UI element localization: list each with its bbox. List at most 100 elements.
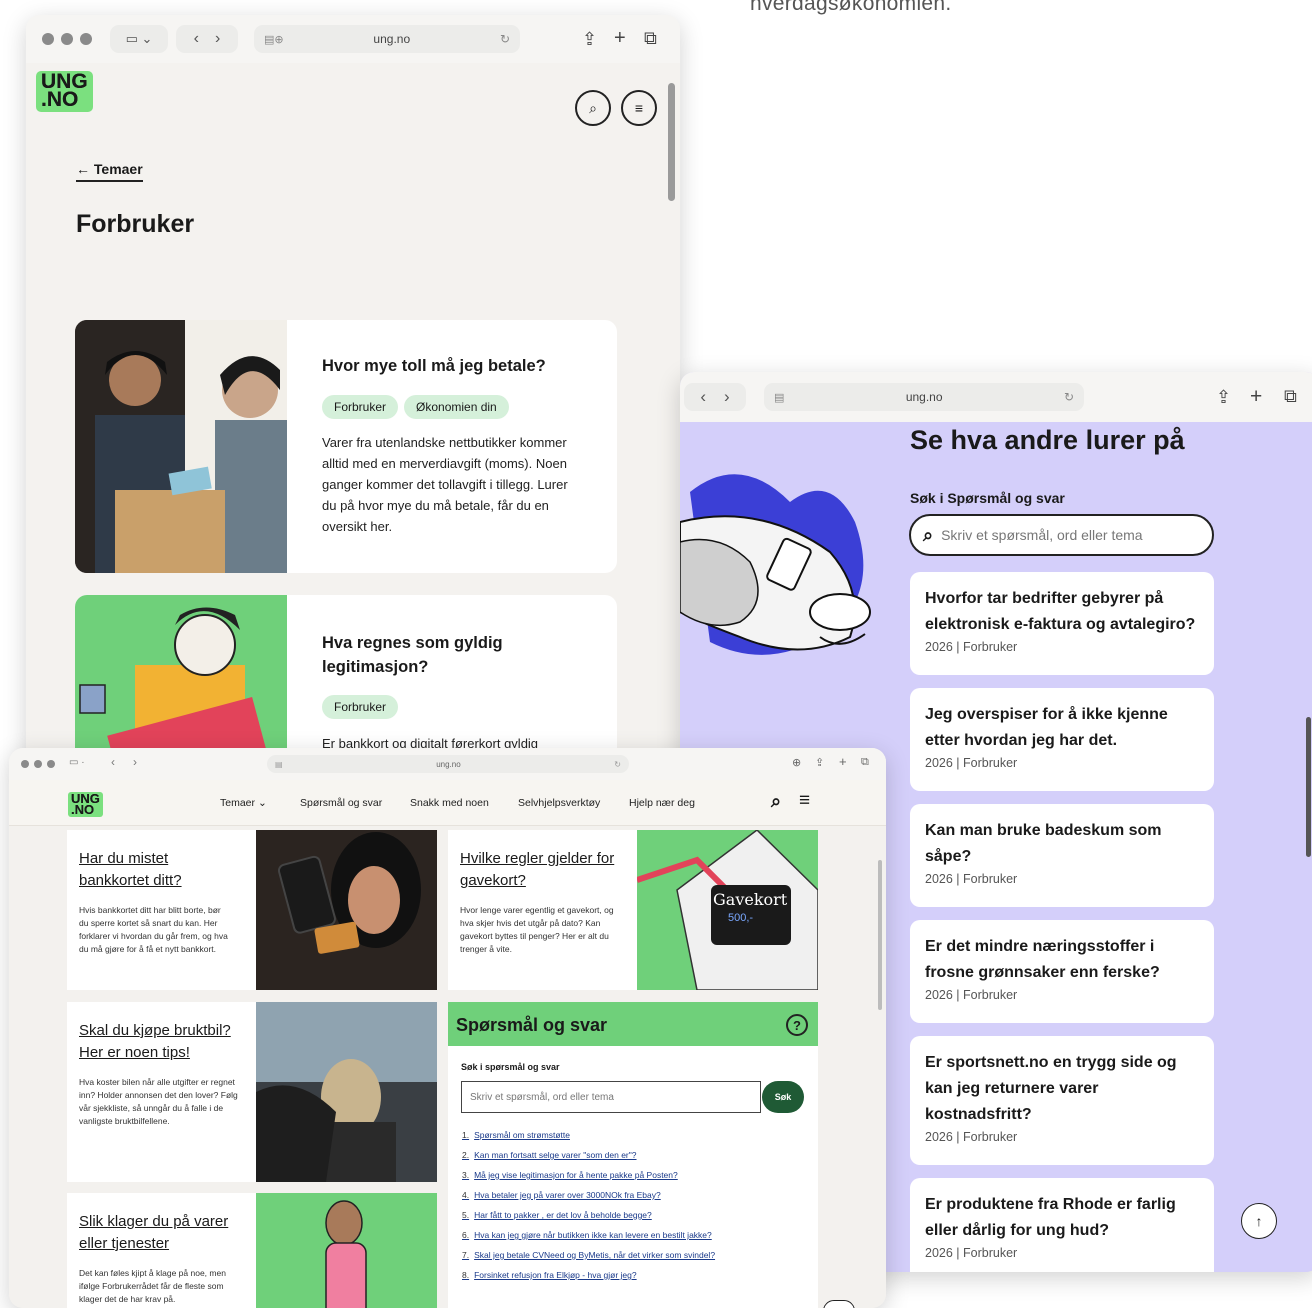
question-card[interactable]: Er det mindre næringsstoffer i frosne gr… <box>910 920 1214 1023</box>
search-button[interactable]: ⌕ <box>575 90 611 126</box>
qa-item[interactable]: 1.Spørsmål om strømstøtte <box>462 1130 812 1140</box>
qa-item[interactable]: 7.Skal jeg betale CVNeed og ByMetis, når… <box>462 1250 812 1260</box>
tabs-overview-icon[interactable]: ⧉ <box>861 756 869 769</box>
car-photo <box>256 1002 437 1182</box>
question-card[interactable]: Er sportsnett.no en trygg side og kan je… <box>910 1036 1214 1165</box>
tabs-overview-icon[interactable]: ⧉ <box>1284 386 1297 407</box>
url-text: ung.no <box>283 760 615 769</box>
qa-search-placeholder: Skriv et spørsmål, ord eller tema <box>470 1092 614 1103</box>
forward-arrow-icon[interactable]: › <box>133 755 137 769</box>
scrollbar-thumb[interactable] <box>878 860 882 1010</box>
question-meta: 2026 | Forbruker <box>925 1246 1199 1260</box>
forward-arrow-icon[interactable]: › <box>724 387 730 407</box>
card-tags: ForbrukerØkonomien din <box>322 395 515 419</box>
reload-icon[interactable]: ↻ <box>500 32 510 46</box>
home-page: UNG .NO Temaer ⌄ Spørsmål og svar Snakk … <box>9 780 886 1308</box>
new-tab-icon[interactable]: + <box>1250 385 1262 409</box>
scrollbar-thumb[interactable] <box>668 83 675 201</box>
card-title: Hva regnes som gyldig legitimasjon? <box>322 631 532 679</box>
share-icon[interactable]: ⇪ <box>1216 387 1231 408</box>
question-title: Er det mindre næringsstoffer i frosne gr… <box>925 934 1199 986</box>
article-tile[interactable]: Slik klager du på varer eller tjenester … <box>67 1193 437 1308</box>
reload-icon[interactable]: ↻ <box>614 760 621 769</box>
qa-item-label: Hva betaler jeg på varer over 3000NOk fr… <box>474 1190 661 1200</box>
history-nav[interactable]: ‹ › <box>684 383 746 411</box>
tag-okonomien[interactable]: Økonomien din <box>404 395 509 419</box>
question-meta: 2026 | Forbruker <box>925 1130 1199 1144</box>
tab-icon: ▤ <box>774 391 784 404</box>
qa-item[interactable]: 2.Kan man fortsatt selge varer "som den … <box>462 1150 812 1160</box>
article-tile[interactable]: Har du mistet bankkortet ditt? Hvis bank… <box>67 830 437 990</box>
page-title: Forbruker <box>76 210 194 239</box>
sidebar-toggle-button[interactable]: ▭ ⌄ <box>110 25 168 53</box>
reload-icon[interactable]: ↻ <box>1064 390 1074 404</box>
tabs-overview-icon[interactable]: ⧉ <box>644 28 657 49</box>
card-description: Varer fra utenlandske nettbutikker komme… <box>322 432 577 537</box>
url-text: ung.no <box>284 32 500 46</box>
ung-logo[interactable]: UNG .NO <box>36 71 93 112</box>
logo-line-2: .NO <box>41 91 88 109</box>
article-description: Hvis bankkortet ditt har blitt borte, bø… <box>79 904 229 956</box>
question-card[interactable]: Jeg overspiser for å ikke kjenne etter h… <box>910 688 1214 791</box>
nav-selvhjelpsverktoy[interactable]: Selvhjelpsverktøy <box>518 797 600 809</box>
qa-item[interactable]: 3.Må jeg vise legitimasjon for å hente p… <box>462 1170 812 1180</box>
window-controls[interactable] <box>42 33 92 45</box>
window-controls[interactable] <box>21 760 55 768</box>
question-card[interactable]: Er produktene fra Rhode er farlig eller … <box>910 1178 1214 1272</box>
history-nav[interactable]: ‹ › <box>176 25 238 53</box>
search-icon: ⌕ <box>589 100 597 117</box>
scroll-to-top-button[interactable]: ↑ <box>823 1300 855 1308</box>
question-card[interactable]: Hvorfor tar bedrifter gebyrer på elektro… <box>910 572 1214 675</box>
qa-item[interactable]: 8.Forsinket refusjon fra Elkjøp - hva gj… <box>462 1270 812 1280</box>
qa-item[interactable]: 5.Har fått to pakker , er det lov å beho… <box>462 1210 812 1220</box>
qa-item[interactable]: 4.Hva betaler jeg på varer over 3000NOk … <box>462 1190 812 1200</box>
address-bar[interactable]: ▤ ung.no ↻ <box>267 755 629 773</box>
scrollbar-thumb[interactable] <box>1306 717 1311 857</box>
qa-search-button[interactable]: Søk <box>762 1081 804 1113</box>
hamburger-icon: ≡ <box>635 100 643 116</box>
ung-logo[interactable]: UNG .NO <box>68 792 103 819</box>
sidebar-icon[interactable]: ▭ · <box>69 757 85 768</box>
tag-forbruker[interactable]: Forbruker <box>322 395 398 419</box>
search-icon[interactable]: ⌕ <box>771 791 781 812</box>
question-card[interactable]: Kan man bruke badeskum som såpe? 2026 | … <box>910 804 1214 907</box>
question-meta: 2026 | Forbruker <box>925 756 1199 770</box>
nav-sporsmal-og-svar[interactable]: Spørsmål og svar <box>300 797 382 809</box>
card-tags: Forbruker <box>322 695 404 719</box>
menu-button[interactable]: ≡ <box>621 90 657 126</box>
back-arrow-icon[interactable]: ‹ <box>111 755 115 769</box>
download-icon[interactable]: ⊕ <box>792 756 801 769</box>
article-tile[interactable]: Skal du kjøpe bruktbil? Her er noen tips… <box>67 1002 437 1182</box>
qa-item[interactable]: 6.Hva kan jeg gjøre når butikken ikke ka… <box>462 1230 812 1240</box>
article-title: Har du mistet bankkortet ditt? <box>79 848 229 892</box>
qa-item-label: Forsinket refusjon fra Elkjøp - hva gjør… <box>474 1270 637 1280</box>
back-arrow-icon[interactable]: ‹ <box>700 387 706 407</box>
question-meta: 2026 | Forbruker <box>925 640 1199 654</box>
question-search-input[interactable]: ⌕ Skriv et spørsmål, ord eller tema <box>909 514 1214 556</box>
tag-forbruker[interactable]: Forbruker <box>322 695 398 719</box>
new-tab-icon[interactable]: + <box>839 754 847 769</box>
back-to-temaer-link[interactable]: ← Temaer <box>76 161 143 182</box>
share-icon[interactable]: ⇪ <box>582 29 597 50</box>
question-title: Hvorfor tar bedrifter gebyrer på elektro… <box>925 586 1199 638</box>
nav-snakk-med-noen[interactable]: Snakk med noen <box>410 797 489 809</box>
nav-temaer[interactable]: Temaer ⌄ <box>220 797 267 809</box>
address-bar[interactable]: ▤ ung.no ↻ <box>764 383 1084 411</box>
share-icon[interactable]: ⇪ <box>815 756 824 769</box>
gavekort-label: Gavekort <box>713 890 787 909</box>
qa-search-input[interactable]: Skriv et spørsmål, ord eller tema <box>461 1081 761 1113</box>
hamburger-icon[interactable]: ≡ <box>799 790 810 812</box>
article-tile[interactable]: Hvilke regler gjelder for gavekort? Hvor… <box>448 830 818 990</box>
back-arrow-icon[interactable]: ‹ <box>194 30 199 48</box>
customs-illustration <box>75 320 287 573</box>
address-bar[interactable]: ▤⊕ ung.no ↻ <box>254 25 520 53</box>
scroll-to-top-button[interactable]: ↑ <box>1241 1203 1277 1239</box>
forward-arrow-icon[interactable]: › <box>215 30 220 48</box>
url-text: ung.no <box>784 390 1064 404</box>
article-card[interactable]: Hvor mye toll må jeg betale? ForbrukerØk… <box>75 320 617 573</box>
browser-toolbar: ▭ ⌄ ‹ › ▤⊕ ung.no ↻ ⇪ + ⧉ <box>26 15 680 63</box>
new-tab-icon[interactable]: + <box>614 27 626 50</box>
nav-hjelp-naer-deg[interactable]: Hjelp nær deg <box>629 797 695 809</box>
qa-search-label: Søk i spørsmål og svar <box>461 1062 560 1072</box>
help-icon[interactable]: ? <box>786 1014 808 1036</box>
